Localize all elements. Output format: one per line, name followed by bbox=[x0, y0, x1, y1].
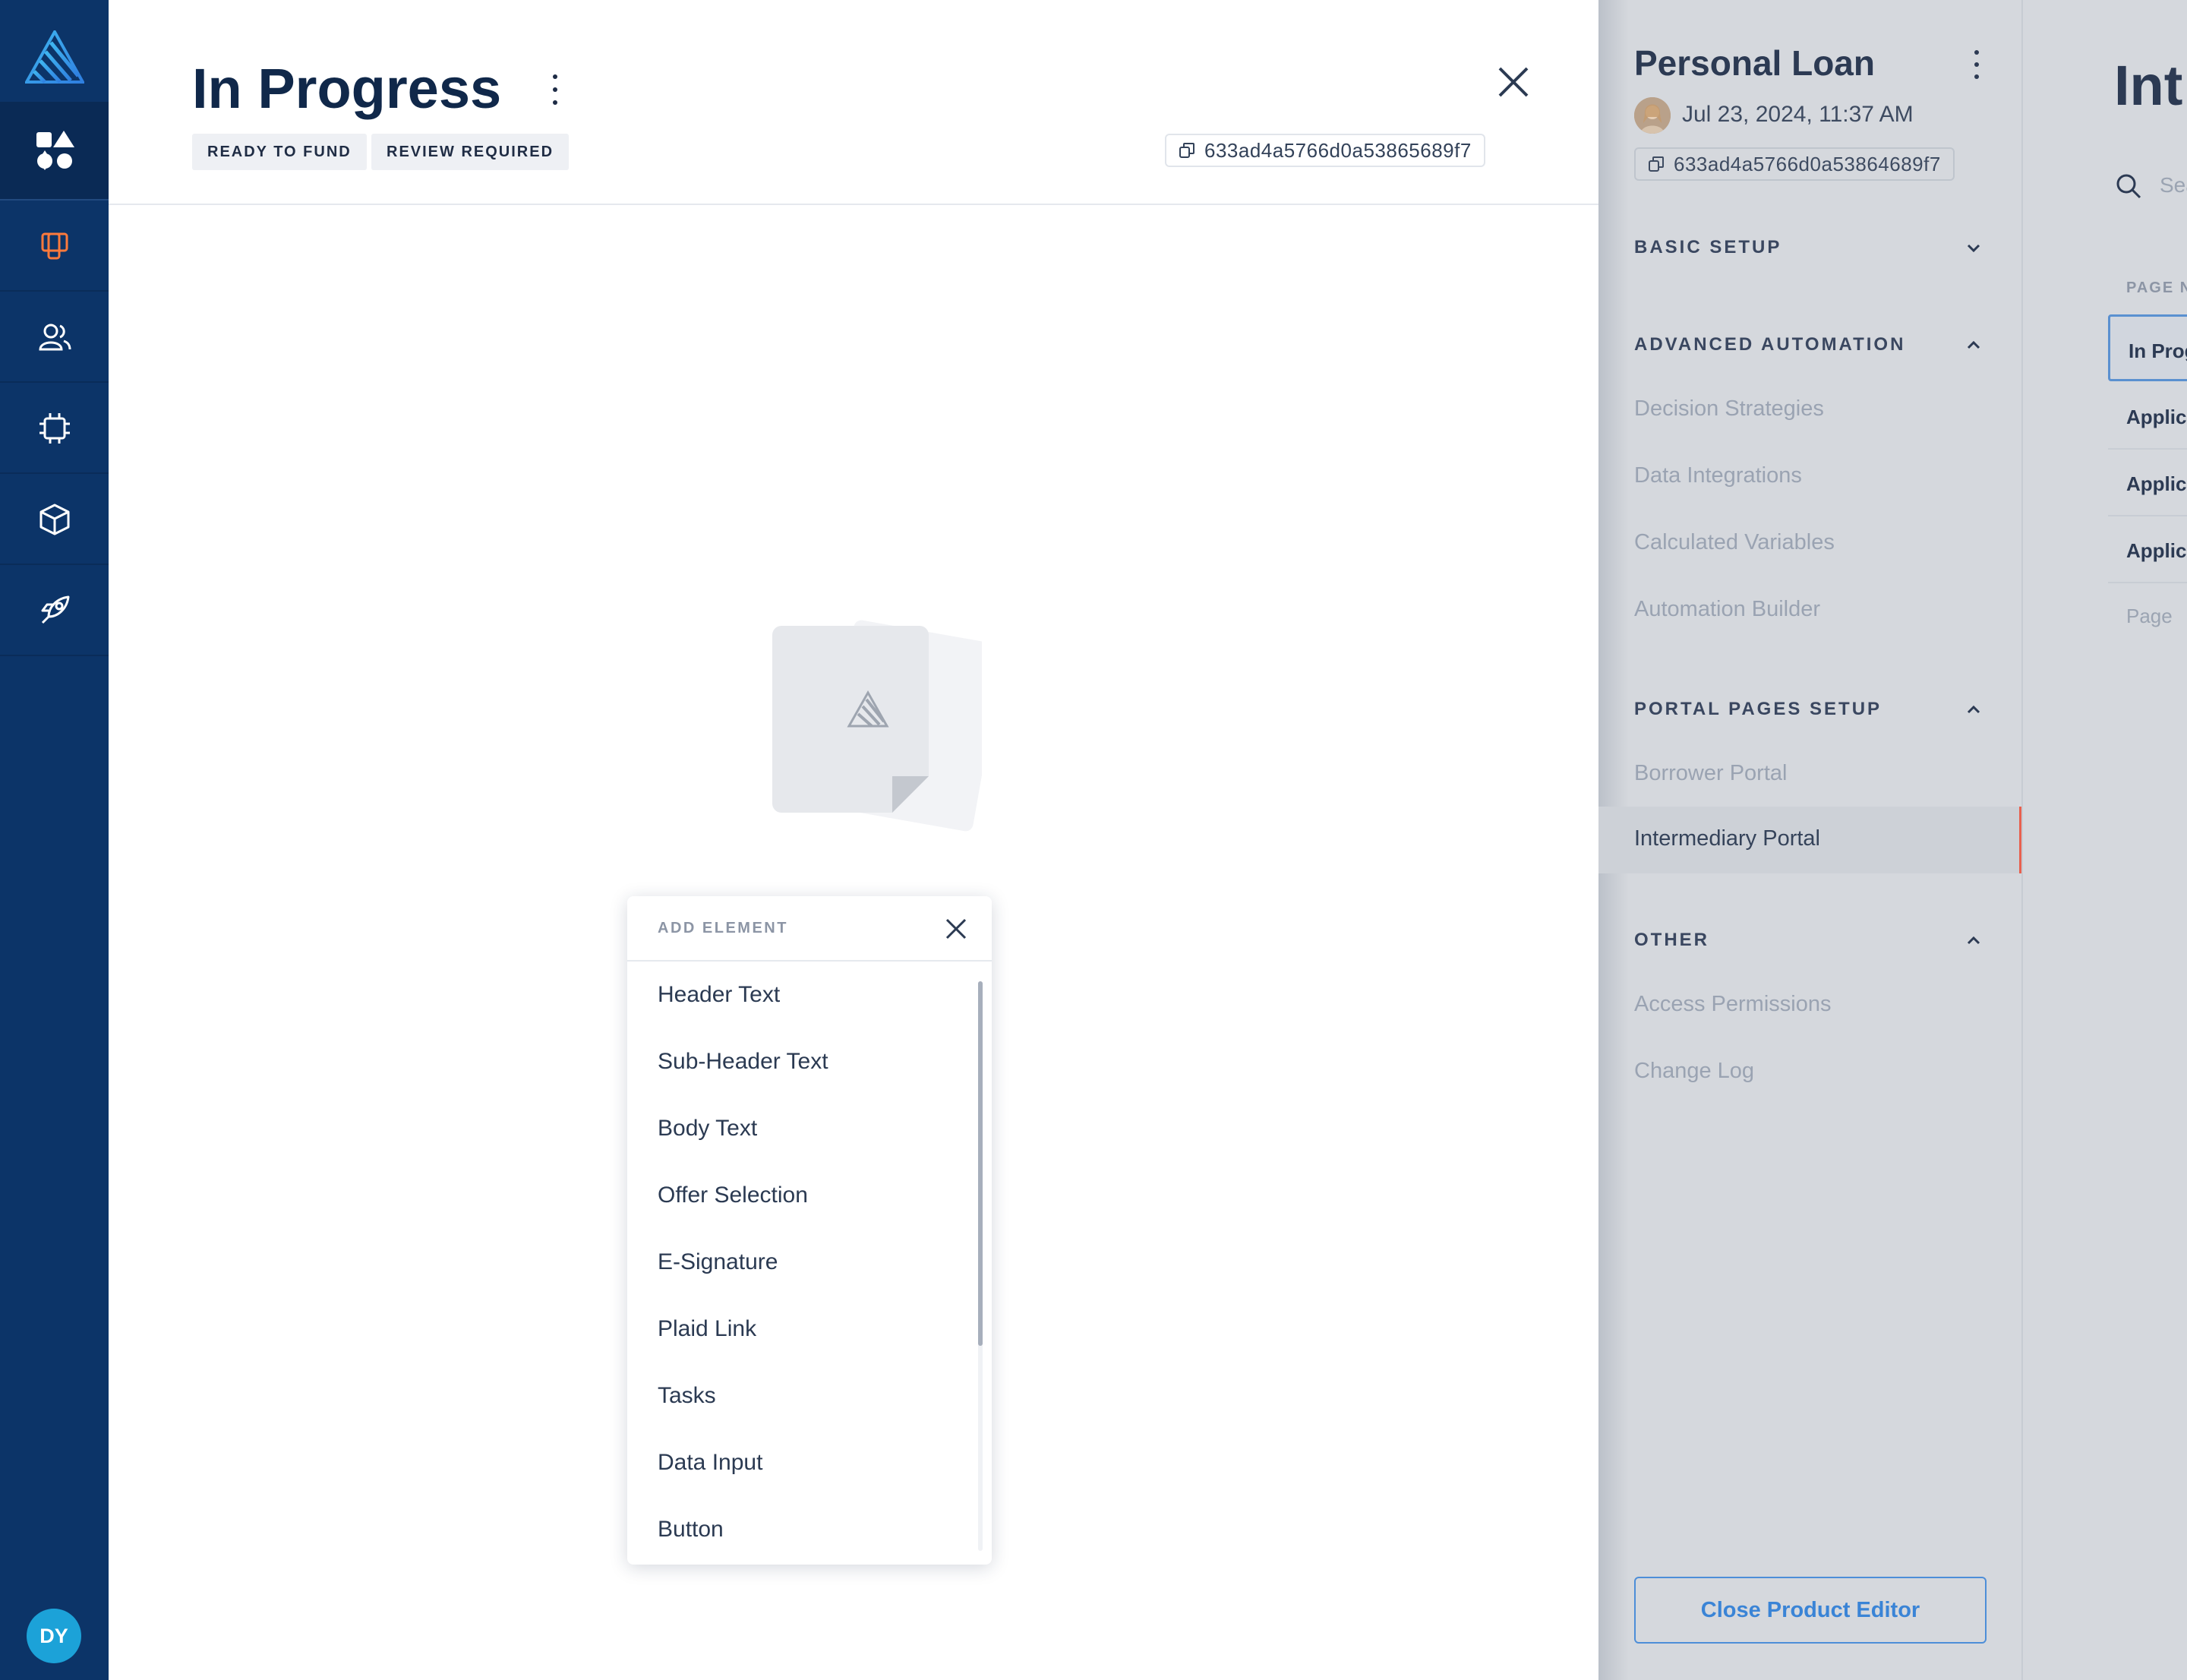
nav-layout[interactable] bbox=[0, 202, 109, 292]
cube-icon bbox=[39, 504, 69, 535]
section-advanced-label: ADVANCED AUTOMATION bbox=[1634, 334, 1906, 355]
column-header-page-name: PAGE N bbox=[2126, 279, 2187, 296]
nav-products[interactable] bbox=[0, 475, 109, 565]
section-other[interactable]: OTHER bbox=[1634, 930, 1983, 951]
left-navigation: DY bbox=[0, 0, 109, 1680]
page-id: 633ad4a5766d0a53865689f7 bbox=[1204, 138, 1472, 162]
scrollbar-thumb[interactable] bbox=[978, 981, 983, 1346]
element-option-data-input[interactable]: Data Input bbox=[627, 1429, 992, 1496]
section-portal-label: PORTAL PAGES SETUP bbox=[1634, 699, 1882, 719]
product-id: 633ad4a5766d0a53864689f7 bbox=[1674, 152, 1941, 175]
chip-icon bbox=[39, 413, 70, 444]
add-element-title: ADD ELEMENT bbox=[658, 919, 788, 936]
nav-borrower-portal[interactable]: Borrower Portal bbox=[1634, 761, 1787, 786]
element-option-plaid-link[interactable]: Plaid Link bbox=[627, 1296, 992, 1363]
apps-icon bbox=[36, 131, 74, 170]
portal-pages-title: Int bbox=[2114, 54, 2183, 117]
element-option-offer-selection[interactable]: Offer Selection bbox=[627, 1162, 992, 1229]
section-advanced-automation[interactable]: ADVANCED AUTOMATION bbox=[1634, 334, 1983, 355]
nav-integrations[interactable] bbox=[0, 384, 109, 474]
product-more-icon[interactable] bbox=[1971, 50, 1982, 79]
nav-deploy[interactable] bbox=[0, 567, 109, 656]
page-row-label: Applic bbox=[2126, 406, 2187, 428]
created-date: Jul 23, 2024, 11:37 AM bbox=[1682, 102, 1914, 127]
user-avatar[interactable]: DY bbox=[27, 1609, 81, 1663]
section-portal-pages-setup[interactable]: PORTAL PAGES SETUP bbox=[1634, 699, 1983, 720]
rocket-icon bbox=[41, 595, 69, 624]
search-icon bbox=[2116, 174, 2141, 199]
nav-apps[interactable] bbox=[0, 102, 109, 201]
nav-automation-builder[interactable]: Automation Builder bbox=[1634, 597, 1820, 622]
chevron-up-icon bbox=[1967, 705, 1980, 714]
add-element-header: ADD ELEMENT bbox=[627, 896, 992, 962]
page-row-label: Applic bbox=[2126, 539, 2187, 562]
copy-id-chip[interactable]: 633ad4a5766d0a53865689f7 bbox=[1165, 134, 1485, 167]
element-option-header-text[interactable]: Header Text bbox=[627, 962, 992, 1028]
nav-intermediary-portal[interactable]: Intermediary Portal bbox=[1598, 807, 2021, 873]
more-options-icon[interactable] bbox=[549, 74, 561, 105]
product-id-chip[interactable]: 633ad4a5766d0a53864689f7 bbox=[1634, 147, 1955, 181]
element-list: Header Text Sub-Header Text Body Text Of… bbox=[627, 962, 992, 1563]
add-element-popup: ADD ELEMENT Header Text Sub-Header Text … bbox=[627, 896, 992, 1565]
page-row-label: In Prog bbox=[2129, 339, 2187, 362]
portal-pages-panel: Int Sea PAGE N In Prog Applic Applic App… bbox=[2021, 0, 2187, 1680]
person-avatar-icon bbox=[1634, 97, 1671, 134]
element-option-sub-header-text[interactable]: Sub-Header Text bbox=[627, 1028, 992, 1095]
empty-page-illustration bbox=[772, 620, 982, 832]
element-option-body-text[interactable]: Body Text bbox=[627, 1095, 992, 1162]
layout-icon bbox=[41, 232, 68, 260]
chevron-up-icon bbox=[1967, 936, 1980, 945]
nav-decision-strategies[interactable]: Decision Strategies bbox=[1634, 396, 1824, 422]
creator-avatar bbox=[1634, 97, 1671, 134]
element-option-button[interactable]: Button bbox=[627, 1496, 992, 1563]
status-tag-review-required: REVIEW REQUIRED bbox=[371, 134, 570, 170]
logo-icon bbox=[24, 30, 84, 84]
nav-change-log[interactable]: Change Log bbox=[1634, 1059, 1754, 1084]
nav-intermediary-portal-label: Intermediary Portal bbox=[1634, 826, 1820, 851]
section-basic-setup[interactable]: BASIC SETUP bbox=[1634, 237, 1983, 258]
nav-users[interactable] bbox=[0, 293, 109, 383]
chevron-up-icon bbox=[1967, 340, 1980, 349]
close-popup-icon[interactable] bbox=[945, 917, 967, 940]
close-icon[interactable] bbox=[1495, 64, 1532, 100]
users-icon bbox=[38, 324, 71, 351]
page-row-label: Applic bbox=[2126, 472, 2187, 495]
product-editor-panel: Personal Loan Jul 23, 2024, 11:37 AM 633… bbox=[1598, 0, 2021, 1680]
search-input[interactable]: Sea bbox=[2160, 173, 2187, 197]
page-row[interactable]: Applic bbox=[2108, 383, 2187, 450]
section-other-label: OTHER bbox=[1634, 930, 1709, 950]
element-option-tasks[interactable]: Tasks bbox=[627, 1363, 992, 1429]
page-row[interactable]: Applic bbox=[2108, 516, 2187, 583]
section-basic-setup-label: BASIC SETUP bbox=[1634, 237, 1782, 257]
add-page-row[interactable]: Page bbox=[2126, 605, 2173, 628]
element-option-e-signature[interactable]: E-Signature bbox=[627, 1229, 992, 1296]
nav-data-integrations[interactable]: Data Integrations bbox=[1634, 463, 1802, 488]
product-title: Personal Loan bbox=[1634, 43, 1875, 83]
nav-calculated-variables[interactable]: Calculated Variables bbox=[1634, 530, 1835, 555]
page-row[interactable]: Applic bbox=[2108, 450, 2187, 516]
page-title: In Progress bbox=[192, 57, 502, 120]
close-product-editor-button[interactable]: Close Product Editor bbox=[1634, 1577, 1987, 1644]
copy-icon bbox=[1649, 156, 1664, 172]
status-tag-ready-to-fund: READY TO FUND bbox=[192, 134, 367, 170]
editor-header: In Progress READY TO FUND REVIEW REQUIRE… bbox=[109, 0, 1598, 205]
chevron-down-icon bbox=[1967, 244, 1980, 253]
nav-access-permissions[interactable]: Access Permissions bbox=[1634, 992, 1831, 1017]
copy-icon bbox=[1179, 143, 1194, 158]
page-row[interactable]: In Prog bbox=[2108, 314, 2187, 381]
app-logo[interactable] bbox=[0, 0, 109, 114]
